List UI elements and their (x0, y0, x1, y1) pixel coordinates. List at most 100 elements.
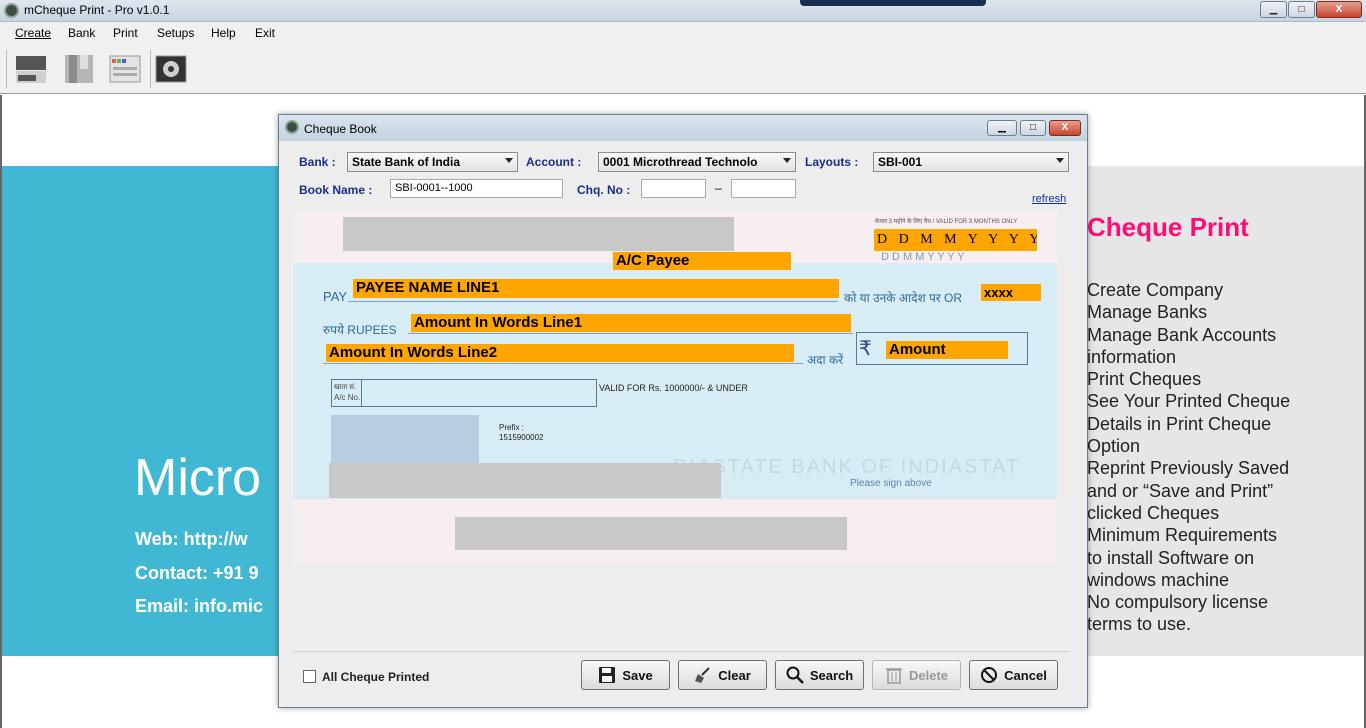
cancel-button[interactable]: Cancel (969, 660, 1058, 690)
clear-label: Clear (718, 667, 751, 683)
layouts-select[interactable]: SBI-001 (873, 152, 1069, 172)
clear-button[interactable]: Clear (678, 660, 767, 690)
bank-select-value: State Bank of India (352, 155, 461, 169)
words-line2 (323, 363, 803, 364)
feature-line: Print Cheques (1087, 369, 1202, 390)
action-bar: All Cheque Printed Save Clear Search Del… (293, 651, 1069, 697)
refresh-link[interactable]: refresh (1032, 193, 1066, 205)
feature-line: Reprint Previously Saved (1087, 458, 1290, 479)
cheque-book-dialog: Cheque Book ▁ □ X Bank : State Bank of I… (278, 114, 1088, 708)
cheque-preview: केवल 3 महीने के लिए वैध / VALID FOR 3 MO… (293, 211, 1057, 563)
feature-line: See Your Printed Cheque (1087, 391, 1291, 412)
acno-label: A/c No. (334, 393, 361, 402)
menu-bank[interactable]: Bank (68, 26, 95, 40)
dialog-app-icon (285, 120, 299, 134)
rupees-label: रुपये RUPEES (323, 323, 397, 337)
feature-line: and or “Save and Print” (1087, 480, 1274, 501)
sign-above-text: Please sign above (850, 478, 932, 489)
book-icon[interactable] (62, 53, 96, 85)
close-button[interactable]: X (1316, 1, 1362, 18)
web-line: Web: http://w (135, 529, 248, 549)
all-printed-label: All Cheque Printed (322, 670, 430, 684)
ctsmark-box (331, 415, 479, 463)
dialog-minimize-button[interactable]: ▁ (987, 120, 1017, 136)
app-icon (4, 3, 19, 18)
ac-payee-field[interactable]: A/C Payee (613, 252, 791, 270)
menu-bar: Create Bank Print Setups Help Exit (0, 22, 1366, 44)
delete-button[interactable]: Delete (872, 660, 961, 690)
search-label: Search (809, 667, 854, 683)
book-name-label: Book Name : (299, 183, 373, 197)
feature-line: Manage Bank Accounts (1087, 324, 1277, 345)
broom-icon (695, 667, 710, 683)
amount-words-line1[interactable]: Amount In Words Line1 (411, 314, 851, 332)
account-select[interactable]: 0001 Microthread Technolo (598, 152, 796, 172)
cancel-label: Cancel (1004, 667, 1047, 683)
date-print-guide: D D M M Y Y Y Y (881, 251, 965, 263)
amount-words-line2[interactable]: Amount In Words Line2 (326, 344, 794, 362)
app-title: mCheque Print - Pro v1.0.1 (24, 3, 170, 17)
bank-logo-redacted (343, 217, 734, 251)
chq-no-from-input[interactable] (641, 179, 706, 198)
search-button[interactable]: Search (775, 660, 864, 690)
chq-range-dash: – (715, 181, 722, 195)
menu-setups[interactable]: Setups (157, 26, 194, 40)
signatory-redacted (329, 463, 721, 498)
menu-help[interactable]: Help (211, 26, 236, 40)
toolbar (0, 44, 1366, 94)
feature-line: to install Software on (1087, 547, 1255, 568)
menu-print[interactable]: Print (113, 26, 138, 40)
words-line1 (408, 333, 853, 334)
bearer-field[interactable]: xxxx (981, 284, 1041, 301)
layout-icon[interactable] (108, 53, 142, 85)
ada-karen-text: अदा करें (807, 353, 844, 367)
taskbar-thumbnail (800, 0, 986, 6)
prefix-value: 1515900002 (499, 433, 544, 442)
chq-no-to-input[interactable] (731, 179, 796, 198)
menu-exit[interactable]: Exit (255, 26, 275, 40)
security-watermark: DIASTATE BANK OF INDIASTAT (673, 456, 1021, 478)
bank-label: Bank : (299, 155, 336, 169)
company-name-partial: Micro (134, 449, 262, 507)
toolbar-grip (6, 50, 7, 88)
chevron-down-icon (783, 158, 791, 163)
dialog-close-button[interactable]: X (1049, 120, 1081, 136)
payee-line (348, 301, 838, 302)
brand-title: Cheque Print (1087, 212, 1249, 242)
layouts-select-value: SBI-001 (878, 155, 923, 169)
date-field[interactable]: D D M M Y Y Y Y (874, 229, 1037, 251)
maximize-button[interactable]: □ (1288, 1, 1315, 18)
delete-label: Delete (908, 667, 949, 683)
account-box-divider (361, 379, 362, 407)
floppy-disk-icon (599, 667, 616, 683)
settings-gear-icon[interactable] (154, 53, 188, 85)
book-name-input[interactable]: SBI-0001--1000 (390, 179, 563, 198)
save-button[interactable]: Save (581, 660, 670, 690)
cancel-icon (981, 667, 998, 683)
save-label: Save (622, 667, 653, 683)
dialog-maximize-button[interactable]: □ (1020, 120, 1046, 136)
chq-no-label: Chq. No : (577, 183, 631, 197)
account-number-box (331, 379, 597, 407)
rupee-icon: ₹ (859, 338, 872, 360)
contact-line: Contact: +91 9 (135, 563, 259, 583)
dialog-titlebar: Cheque Book ▁ □ X (279, 115, 1087, 141)
menu-create[interactable]: Create (15, 26, 51, 40)
feature-line: No compulsory license (1087, 592, 1269, 613)
dialog-title: Cheque Book (304, 122, 377, 136)
feature-line: Details in Print Cheque (1087, 413, 1272, 434)
minimize-button[interactable]: ▁ (1260, 1, 1287, 18)
micr-redacted (455, 517, 847, 550)
bank-select[interactable]: State Bank of India (347, 152, 518, 172)
feature-line: Manage Banks (1087, 302, 1208, 323)
amount-field[interactable]: Amount (886, 341, 1008, 359)
chevron-down-icon (505, 158, 513, 163)
account-label: Account : (526, 155, 582, 169)
payee-field[interactable]: PAYEE NAME LINE1 (353, 279, 839, 298)
all-printed-checkbox[interactable] (303, 670, 316, 683)
feature-list: Create Company Manage Banks Manage Bank … (1087, 279, 1337, 636)
layouts-label: Layouts : (805, 155, 859, 169)
company-icon[interactable] (14, 53, 48, 85)
or-bearer-text: को या उनके आदेश पर OR (844, 291, 963, 305)
prefix-label: Prefix : (499, 423, 524, 432)
